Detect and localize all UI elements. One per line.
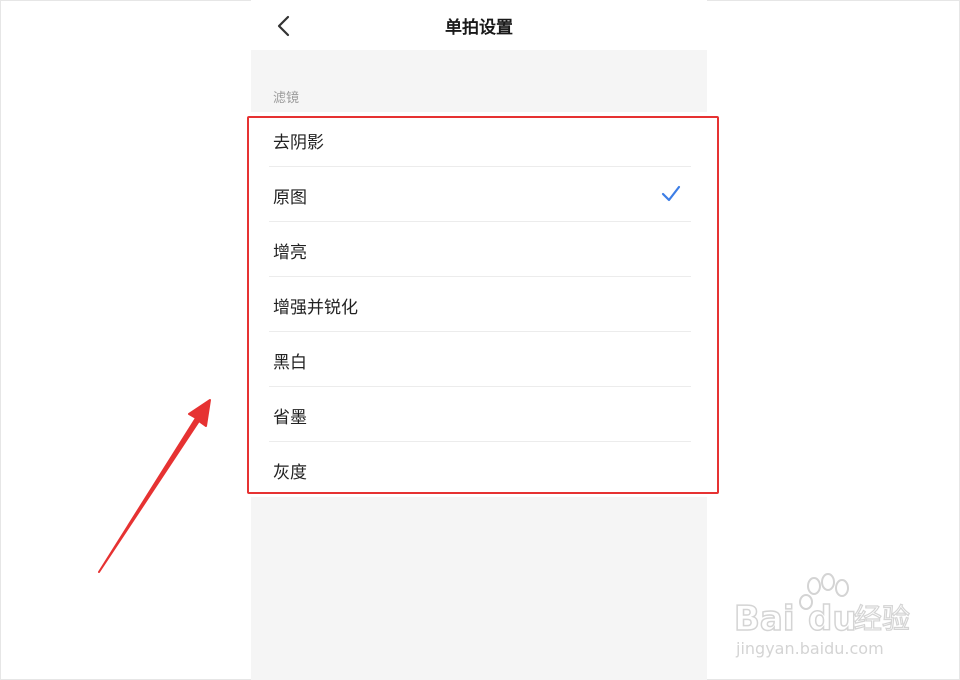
baidu-watermark-logo: Bai du 经验 jingyan.baidu.com <box>733 573 911 658</box>
checkmark-icon <box>661 185 681 202</box>
page-title: 单拍设置 <box>445 18 513 38</box>
filter-option-brighten[interactable]: 增亮 <box>251 222 707 277</box>
svg-text:jingyan.baidu.com: jingyan.baidu.com <box>735 639 884 658</box>
filter-option-label: 灰度 <box>273 463 307 483</box>
filter-option-remove-shadow[interactable]: 去阴影 <box>251 112 707 167</box>
filter-option-enhance-sharpen[interactable]: 增强并锐化 <box>251 277 707 332</box>
nav-bar: 单拍设置 <box>251 0 707 50</box>
svg-text:Bai: Bai <box>734 599 795 639</box>
filter-option-black-white[interactable]: 黑白 <box>251 332 707 387</box>
filter-option-label: 增亮 <box>273 243 307 263</box>
filter-option-label: 去阴影 <box>273 133 324 153</box>
filter-option-label: 省墨 <box>273 408 307 428</box>
section-label-filters: 滤镜 <box>273 91 300 106</box>
filter-option-original[interactable]: 原图 <box>251 167 707 222</box>
filter-option-label: 黑白 <box>273 353 307 373</box>
settings-screen: 单拍设置 滤镜 去阴影 原图 增亮 增强并锐化 黑白 省墨 灰度 <box>251 0 707 680</box>
filter-option-label: 增强并锐化 <box>273 298 358 318</box>
svg-text:du: du <box>808 599 857 639</box>
filter-option-save-ink[interactable]: 省墨 <box>251 387 707 442</box>
filter-option-grayscale[interactable]: 灰度 <box>251 442 707 497</box>
filter-option-label: 原图 <box>273 188 307 208</box>
svg-text:经验: 经验 <box>854 602 910 635</box>
filter-list: 去阴影 原图 增亮 增强并锐化 黑白 省墨 灰度 <box>251 112 707 497</box>
